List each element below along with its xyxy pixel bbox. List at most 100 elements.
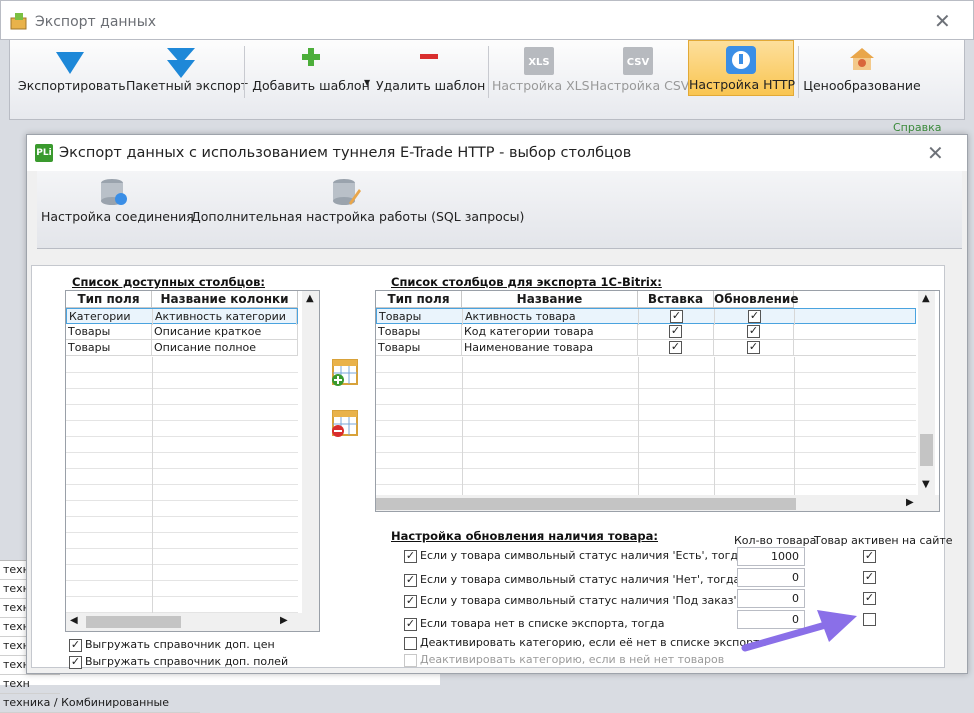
status-yes-checkbox[interactable]: ✓ bbox=[404, 550, 417, 563]
add-column-button[interactable] bbox=[330, 358, 360, 388]
cell-name: Активность категории bbox=[153, 309, 297, 325]
available-columns-label: Список доступных столбцов: bbox=[72, 275, 265, 289]
dropdown-arrow-icon: ▼ bbox=[364, 78, 371, 87]
table-row[interactable]: Товары Активность товара ✓ ✓ bbox=[376, 308, 916, 325]
export-button[interactable]: Экспортировать bbox=[18, 42, 126, 98]
xls-settings-button[interactable]: XLS Настройка XLS bbox=[492, 42, 590, 98]
scroll-right-icon[interactable]: ▶ bbox=[280, 615, 288, 626]
dialog-toolbar: Настройка соединения Дополнительная наст… bbox=[37, 171, 962, 249]
xls-file-icon: XLS bbox=[524, 47, 554, 75]
table-row[interactable]: Товары Описание полное bbox=[66, 340, 298, 356]
cell-update: ✓ bbox=[714, 340, 794, 356]
insert-checkbox[interactable]: ✓ bbox=[670, 310, 683, 323]
batch-export-button[interactable]: Пакетный экспорт bbox=[126, 42, 249, 98]
not-in-list-checkbox[interactable]: ✓ bbox=[404, 618, 417, 631]
table-row: техника / Комбинированные bbox=[0, 694, 200, 713]
update-checkbox[interactable]: ✓ bbox=[747, 341, 760, 354]
batch-export-label: Пакетный экспорт bbox=[126, 78, 249, 93]
col-header-insert[interactable]: Вставка bbox=[638, 291, 714, 308]
scroll-up-icon[interactable]: ▲ bbox=[922, 293, 930, 304]
xls-settings-label: Настройка XLS bbox=[492, 78, 590, 93]
scroll-thumb[interactable] bbox=[920, 434, 933, 466]
scroll-right-icon[interactable]: ▶ bbox=[906, 497, 914, 508]
scroll-thumb[interactable] bbox=[86, 616, 181, 628]
pricing-button[interactable]: Ценообразование bbox=[802, 42, 922, 98]
export-prices-label: Выгружать справочник доп. цен bbox=[85, 638, 275, 651]
status-no-active-checkbox[interactable]: ✓ bbox=[863, 571, 876, 584]
status-no-checkbox[interactable]: ✓ bbox=[404, 574, 417, 587]
svg-text:CSV: CSV bbox=[627, 57, 650, 68]
deactivate-empty-label: Деактивировать категорию, если в ней нет… bbox=[420, 653, 725, 666]
dialog-title: Экспорт данных с использованием туннеля … bbox=[59, 145, 632, 161]
http-settings-label: Настройка HTTP bbox=[689, 77, 796, 92]
cell-update: ✓ bbox=[714, 324, 794, 340]
cell-name: Описание краткое bbox=[152, 324, 298, 340]
window-title: Экспорт данных bbox=[35, 14, 157, 30]
status-order-checkbox[interactable]: ✓ bbox=[404, 595, 417, 608]
annotation-arrow-icon bbox=[741, 610, 857, 652]
table-row[interactable]: Товары Наименование товара ✓ ✓ bbox=[376, 340, 916, 356]
col-header-update[interactable]: Обновление bbox=[714, 291, 798, 308]
col-header-name[interactable]: Название колонки bbox=[152, 291, 298, 308]
add-template-button[interactable]: Добавить шаблон ▼ bbox=[250, 42, 372, 98]
scroll-down-icon[interactable]: ▼ bbox=[922, 479, 930, 490]
close-icon[interactable]: ✕ bbox=[934, 11, 951, 31]
not-in-list-label: Если товара нет в списке экспорта, тогда bbox=[420, 617, 665, 630]
http-settings-button[interactable]: Настройка HTTP bbox=[688, 40, 796, 96]
status-yes-label: Если у товара символьный статус наличия … bbox=[420, 549, 745, 562]
export-columns-grid[interactable]: Тип поля Название Вставка Обновление Тов… bbox=[375, 290, 940, 512]
connection-settings-button[interactable]: Настройка соединения bbox=[41, 173, 194, 229]
export-label: Экспортировать bbox=[18, 78, 126, 93]
remove-template-button[interactable]: Удалить шаблон bbox=[376, 42, 486, 98]
cell-insert: ✓ bbox=[638, 324, 714, 340]
col-header-type[interactable]: Тип поля bbox=[66, 291, 152, 308]
svg-text:XLS: XLS bbox=[528, 57, 549, 68]
table-row[interactable]: Категории Активность категории bbox=[66, 308, 298, 325]
vertical-scrollbar[interactable]: ▲ ▼ bbox=[918, 291, 935, 495]
dialog-close-icon[interactable]: ✕ bbox=[927, 143, 944, 163]
cell-insert: ✓ bbox=[639, 309, 715, 325]
export-columns-label: Список столбцов для экспорта 1C-Bitrix: bbox=[391, 275, 662, 289]
scroll-up-icon[interactable]: ▲ bbox=[306, 293, 314, 304]
not-in-list-active-checkbox[interactable] bbox=[863, 613, 876, 626]
deactivate-empty-checkbox[interactable] bbox=[404, 654, 417, 667]
remove-column-button[interactable] bbox=[330, 409, 360, 439]
table-row[interactable]: Товары Описание краткое bbox=[66, 324, 298, 340]
plus-icon bbox=[302, 48, 320, 66]
status-yes-qty-input[interactable]: 1000 bbox=[737, 547, 805, 566]
deactivate-missing-checkbox[interactable] bbox=[404, 637, 417, 650]
status-yes-active-checkbox[interactable]: ✓ bbox=[863, 550, 876, 563]
empty-rows bbox=[376, 357, 916, 495]
vertical-scrollbar[interactable]: ▲ bbox=[302, 291, 319, 615]
csv-settings-button[interactable]: CSV Настройка CSV bbox=[590, 42, 690, 98]
window-titlebar: Экспорт данных ✕ bbox=[0, 0, 974, 40]
status-order-active-checkbox[interactable]: ✓ bbox=[863, 592, 876, 605]
available-columns-grid[interactable]: Тип поля Название колонки Категории Акти… bbox=[65, 290, 320, 632]
export-prices-checkbox[interactable]: ✓ bbox=[69, 639, 82, 652]
update-checkbox[interactable]: ✓ bbox=[748, 310, 761, 323]
advanced-settings-button[interactable]: Дополнительная настройка работы (SQL зап… bbox=[191, 173, 524, 229]
database-edit-icon bbox=[333, 179, 361, 205]
minus-icon bbox=[420, 54, 438, 59]
help-link[interactable]: Справка bbox=[893, 121, 941, 134]
insert-checkbox[interactable]: ✓ bbox=[669, 341, 682, 354]
insert-checkbox[interactable]: ✓ bbox=[669, 325, 682, 338]
update-checkbox[interactable]: ✓ bbox=[747, 325, 760, 338]
deactivate-missing-label: Деактивировать категорию, если её нет в … bbox=[420, 636, 767, 649]
scroll-left-icon[interactable]: ◀ bbox=[70, 615, 78, 626]
export-fields-checkbox[interactable]: ✓ bbox=[69, 656, 82, 669]
col-header-name[interactable]: Название bbox=[462, 291, 638, 308]
cell-name: Описание полное bbox=[152, 340, 298, 356]
cell-name: Наименование товара bbox=[462, 340, 638, 356]
csv-settings-label: Настройка CSV bbox=[590, 78, 690, 93]
scroll-thumb[interactable] bbox=[376, 498, 796, 510]
status-order-label: Если у товара символьный статус наличия … bbox=[420, 594, 777, 607]
connection-settings-label: Настройка соединения bbox=[41, 209, 194, 224]
col-header-type[interactable]: Тип поля bbox=[376, 291, 462, 308]
add-template-label: Добавить шаблон bbox=[252, 78, 370, 93]
horizontal-scrollbar[interactable]: ◀ ▶ bbox=[66, 613, 319, 631]
status-no-qty-input[interactable]: 0 bbox=[737, 568, 805, 587]
horizontal-scrollbar[interactable]: ▶ bbox=[376, 495, 939, 511]
table-row[interactable]: Товары Код категории товара ✓ ✓ bbox=[376, 324, 916, 340]
remove-template-label: Удалить шаблон bbox=[376, 78, 486, 93]
